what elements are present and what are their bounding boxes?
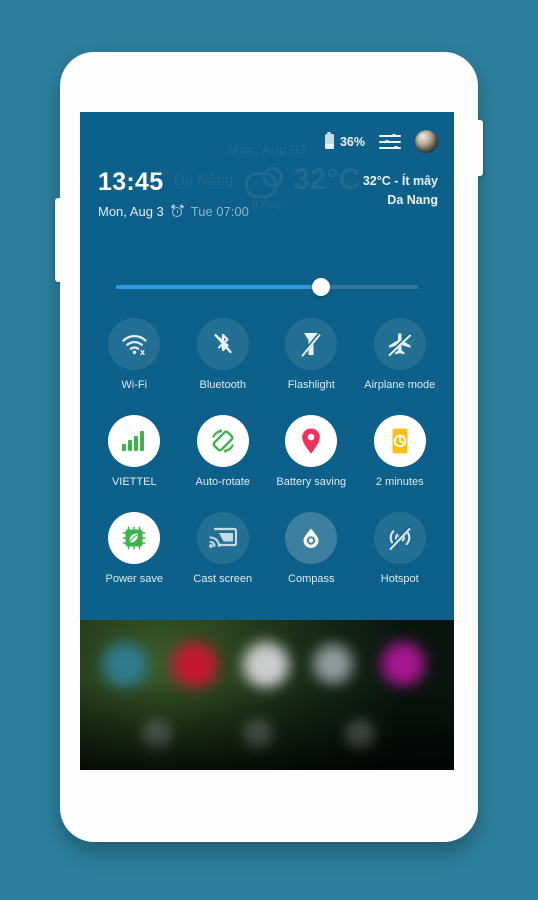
bluetooth-off-icon bbox=[214, 333, 232, 354]
tile-compass[interactable]: Compass bbox=[267, 504, 356, 585]
tile-auto-rotate[interactable]: Auto-rotate bbox=[179, 407, 268, 488]
tile-battery-saving[interactable]: Battery saving bbox=[267, 407, 356, 488]
tile-icon-bg bbox=[196, 512, 249, 564]
wifi-off-icon: x bbox=[122, 334, 147, 355]
tile-cast-screen[interactable]: Cast screen bbox=[179, 504, 268, 585]
alarm-time: Tue 07:00 bbox=[190, 204, 249, 219]
app-icon-blurred bbox=[243, 720, 273, 750]
signal-bars-icon bbox=[122, 431, 145, 451]
tile-row: VIETTEL Auto-rotate Battery saving 2 min… bbox=[90, 407, 444, 488]
battery-status[interactable]: 36% bbox=[324, 131, 365, 149]
tile-icon-bg bbox=[373, 318, 426, 370]
tile-icon-bg bbox=[108, 415, 161, 467]
tile-screen-timeout[interactable]: 2 minutes bbox=[356, 407, 445, 488]
tile-row: Power save Cast screen Compass Hotspot bbox=[90, 504, 444, 585]
tile-label: 2 minutes bbox=[375, 476, 424, 488]
ghost-temp: 32°C bbox=[293, 163, 361, 196]
battery-percent-label: 36% bbox=[339, 134, 365, 149]
app-icon-blurred bbox=[172, 642, 218, 688]
tile-label: VIETTEL bbox=[111, 476, 157, 488]
screen-timeout-icon bbox=[392, 428, 408, 454]
weather-city: Da Nang bbox=[387, 193, 438, 207]
app-icon-blurred bbox=[345, 720, 375, 750]
location-pin-icon bbox=[302, 428, 321, 454]
tile-icon-bg bbox=[285, 512, 338, 564]
home-screen-blurred[interactable] bbox=[80, 620, 454, 770]
compass-icon bbox=[303, 528, 319, 548]
brightness-thumb[interactable] bbox=[312, 278, 331, 296]
cast-screen-icon bbox=[208, 527, 237, 548]
tile-icon-bg bbox=[196, 318, 249, 370]
tile-power-save[interactable]: Power save bbox=[90, 504, 179, 585]
alarm-clock-icon bbox=[170, 203, 185, 218]
hotspot-off-icon bbox=[388, 526, 412, 551]
user-avatar[interactable] bbox=[415, 130, 438, 153]
tile-viettel[interactable]: VIETTEL bbox=[90, 407, 179, 488]
clock-date: Mon, Aug 3 bbox=[98, 204, 164, 219]
brightness-slider[interactable] bbox=[116, 275, 418, 299]
power-save-leaf-icon bbox=[122, 526, 146, 550]
tile-wifi[interactable]: x Wi-Fi bbox=[90, 310, 179, 391]
phone-frame: Mon, Aug 03 Da Nẵng 32°C Ít mây 36% 13:4… bbox=[55, 52, 483, 842]
tile-label: Wi-Fi bbox=[121, 379, 148, 391]
svg-text:x: x bbox=[140, 347, 145, 355]
cloud-icon bbox=[243, 167, 284, 198]
tile-icon-bg: x bbox=[108, 318, 161, 370]
tile-label: Bluetooth bbox=[199, 379, 246, 391]
quick-settings-panel: Mon, Aug 03 Da Nẵng 32°C Ít mây 36% 13:4… bbox=[80, 112, 454, 620]
app-icon-blurred bbox=[102, 642, 148, 688]
tile-label: Hotspot bbox=[380, 573, 419, 585]
tile-label: Battery saving bbox=[276, 476, 347, 488]
quick-settings-tiles: x Wi-Fi Bluetooth Flashlight Airplane mo… bbox=[90, 310, 444, 585]
power-button[interactable] bbox=[477, 120, 483, 176]
airplane-off-icon bbox=[387, 332, 412, 357]
volume-button[interactable] bbox=[55, 198, 61, 282]
tile-hotspot[interactable]: Hotspot bbox=[356, 504, 445, 585]
tile-row: x Wi-Fi Bluetooth Flashlight Airplane mo… bbox=[90, 310, 444, 391]
status-bar: 36% bbox=[324, 130, 438, 153]
tile-label: Auto-rotate bbox=[195, 476, 250, 488]
settings-sliders-icon[interactable] bbox=[379, 133, 401, 150]
clock-block[interactable]: 13:45 Mon, Aug 3 Tue 07:00 bbox=[98, 168, 249, 220]
flashlight-off-icon bbox=[300, 332, 322, 357]
tile-icon-bg bbox=[373, 512, 426, 564]
tile-flashlight[interactable]: Flashlight bbox=[267, 310, 356, 391]
clock-subrow: Mon, Aug 3 Tue 07:00 bbox=[98, 203, 249, 219]
tile-icon-bg bbox=[285, 415, 338, 467]
brightness-fill bbox=[116, 285, 322, 289]
phone-screen: Mon, Aug 03 Da Nẵng 32°C Ít mây 36% 13:4… bbox=[80, 112, 454, 770]
tile-icon-bg bbox=[285, 318, 338, 370]
app-icon-blurred bbox=[243, 642, 289, 688]
tile-label: Power save bbox=[105, 573, 163, 585]
battery-icon bbox=[324, 131, 334, 149]
tile-label: Compass bbox=[288, 573, 335, 585]
tile-label: Flashlight bbox=[287, 379, 335, 391]
tile-icon-bg bbox=[373, 415, 426, 467]
clock-time: 13:45 bbox=[98, 168, 164, 196]
tile-icon-bg bbox=[108, 512, 161, 564]
tile-airplane-mode[interactable]: Airplane mode bbox=[356, 310, 445, 391]
tile-label: Cast screen bbox=[193, 573, 253, 585]
weather-temperature: 32°C - Ít mây bbox=[362, 174, 438, 188]
weather-block[interactable]: 32°C - Ít mây Da Nang bbox=[363, 174, 438, 207]
auto-rotate-icon bbox=[212, 428, 234, 454]
tile-bluetooth[interactable]: Bluetooth bbox=[179, 310, 268, 391]
app-icon-blurred bbox=[381, 642, 425, 686]
app-icon-blurred bbox=[142, 720, 172, 750]
app-icon-blurred bbox=[313, 644, 353, 684]
tile-label: Airplane mode bbox=[364, 379, 436, 391]
tile-icon-bg bbox=[196, 415, 249, 467]
